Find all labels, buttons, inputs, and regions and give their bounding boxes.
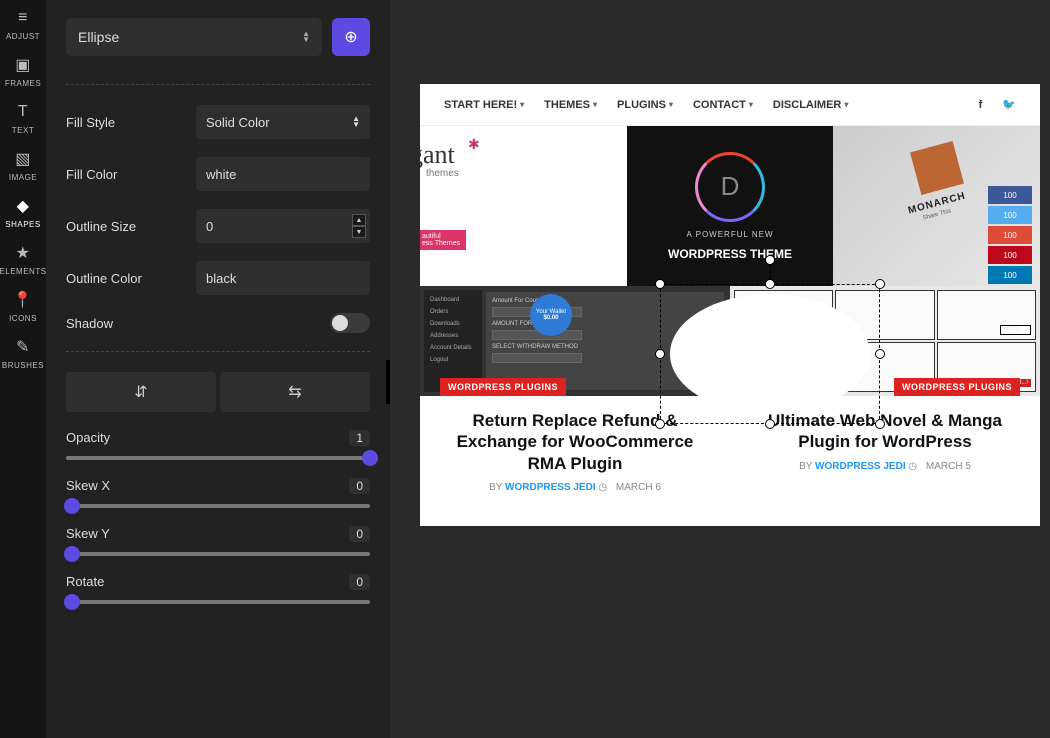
outline-size-input[interactable]: 0 ▲▼	[196, 209, 370, 243]
outline-color-input[interactable]: black	[196, 261, 370, 295]
clock-icon: ◷	[908, 461, 917, 472]
shadow-label: Shadow	[66, 316, 186, 331]
star-icon: ★	[16, 243, 31, 263]
nav-icons[interactable]: 📍ICONS	[9, 290, 37, 323]
card-2: NOTE...! DEATH...! WORDPRESS PLUGINS Ult…	[730, 286, 1040, 526]
facebook-icon: f	[979, 99, 983, 111]
outline-size-label: Outline Size	[66, 219, 186, 234]
fill-color-label: Fill Color	[66, 167, 186, 182]
clock-icon: ◷	[598, 482, 607, 493]
outline-color-label: Outline Color	[66, 271, 186, 286]
select-caret-icon: ▲▼	[352, 116, 360, 128]
thumb-elegant: gant ✱ themes autifuless Themes	[420, 126, 627, 286]
skewy-slider[interactable]: Skew Y0	[66, 526, 370, 556]
shapes-icon: ◆	[17, 196, 30, 216]
frames-icon: ▣	[15, 55, 31, 75]
nav-elements[interactable]: ★ELEMENTS	[0, 243, 47, 276]
category-badge: WORDPRESS PLUGINS	[440, 378, 566, 396]
nav-disclaimer: DISCLAIMER	[773, 99, 848, 111]
card-1-title: Return Replace Refund & Exchange for Woo…	[420, 396, 730, 482]
step-up-icon[interactable]: ▲	[352, 214, 366, 226]
nav-start-here: START HERE!	[444, 99, 524, 111]
thumb-monarch: MONARCH Share This 100 100 100 100 100	[833, 126, 1040, 286]
nav-shapes[interactable]: ◆SHAPES	[5, 196, 40, 229]
monarch-logo-icon	[910, 141, 964, 195]
nav-contact: CONTACT	[693, 99, 753, 111]
shape-type-value: Ellipse	[78, 29, 119, 45]
card-2-meta: BY WORDPRESS JEDI ◷ MARCH 5	[730, 461, 1040, 472]
step-down-icon[interactable]: ▼	[352, 226, 366, 238]
preview-thumbs: gant ✱ themes autifuless Themes D A POWE…	[420, 126, 1040, 286]
nav-text[interactable]: TTEXT	[12, 102, 34, 135]
wallet-bubble: Your Wallet$0.00	[530, 294, 572, 336]
preview-site-nav: START HERE! THEMES PLUGINS CONTACT DISCL…	[420, 84, 1040, 126]
flip-horizontal-button[interactable]: ⇆	[220, 372, 370, 412]
skewx-slider[interactable]: Skew X0	[66, 478, 370, 508]
brush-icon: ✎	[16, 337, 30, 357]
card-1-meta: BY WORDPRESS JEDI ◷ MARCH 6	[420, 482, 730, 493]
nav-themes: THEMES	[544, 99, 597, 111]
shadow-toggle[interactable]	[330, 313, 370, 333]
canvas-image[interactable]: START HERE! THEMES PLUGINS CONTACT DISCL…	[420, 84, 1040, 526]
text-icon: T	[18, 102, 28, 122]
nav-frames[interactable]: ▣FRAMES	[5, 55, 41, 88]
rotate-slider[interactable]: Rotate0	[66, 574, 370, 604]
asterisk-icon: ✱	[468, 136, 480, 153]
card-2-title: Ultimate Web Novel & Manga Plugin for Wo…	[730, 396, 1040, 461]
nav-plugins: PLUGINS	[617, 99, 673, 111]
category-badge: WORDPRESS PLUGINS	[894, 378, 1020, 396]
shape-type-select[interactable]: Ellipse ▲▼	[66, 18, 322, 56]
preview-cards: DashboardOrdersDownloadsAddressesAccount…	[420, 286, 1040, 526]
opacity-slider[interactable]: Opacity1	[66, 430, 370, 460]
flip-vertical-button[interactable]: ⇵	[66, 372, 216, 412]
divi-logo-icon: D	[695, 152, 765, 222]
twitter-icon: 🐦	[1002, 98, 1016, 111]
nav-image[interactable]: ▧IMAGE	[9, 149, 37, 182]
nav-adjust[interactable]: ≡ADJUST	[6, 8, 40, 41]
flip-h-icon: ⇆	[288, 382, 301, 402]
card-1: DashboardOrdersDownloadsAddressesAccount…	[420, 286, 730, 526]
target-icon: ⊕	[344, 27, 357, 47]
woo-sidebar: DashboardOrdersDownloadsAddressesAccount…	[424, 290, 482, 392]
fill-color-input[interactable]: white	[196, 157, 370, 191]
manga-panels: NOTE...! DEATH...!	[734, 290, 1036, 392]
add-shape-button[interactable]: ⊕	[332, 18, 370, 56]
woo-main: Amount For Coupon AMOUNT FOR WITHDRAW SE…	[486, 292, 724, 390]
flip-v-icon: ⇵	[134, 382, 147, 402]
fill-style-select[interactable]: Solid Color ▲▼	[196, 105, 370, 139]
outline-size-stepper[interactable]: ▲▼	[352, 214, 366, 238]
sliders-icon: ≡	[18, 8, 28, 28]
separator	[66, 351, 370, 352]
select-caret-icon: ▲▼	[302, 31, 310, 43]
thumb-divi: D A POWERFUL NEW WORDPRESS THEME	[627, 126, 834, 286]
canvas-area[interactable]: START HERE! THEMES PLUGINS CONTACT DISCL…	[390, 0, 1050, 738]
social-column: 100 100 100 100 100	[988, 186, 1032, 284]
shapes-panel: Ellipse ▲▼ ⊕ Fill Style Solid Color ▲▼ F…	[46, 0, 390, 738]
nav-brushes[interactable]: ✎BRUSHES	[2, 337, 44, 370]
pin-icon: 📍	[13, 290, 33, 310]
nav-rail: ≡ADJUST ▣FRAMES TTEXT ▧IMAGE ◆SHAPES ★EL…	[0, 0, 46, 738]
fill-style-label: Fill Style	[66, 115, 186, 130]
separator	[66, 84, 370, 85]
image-icon: ▧	[15, 149, 31, 169]
